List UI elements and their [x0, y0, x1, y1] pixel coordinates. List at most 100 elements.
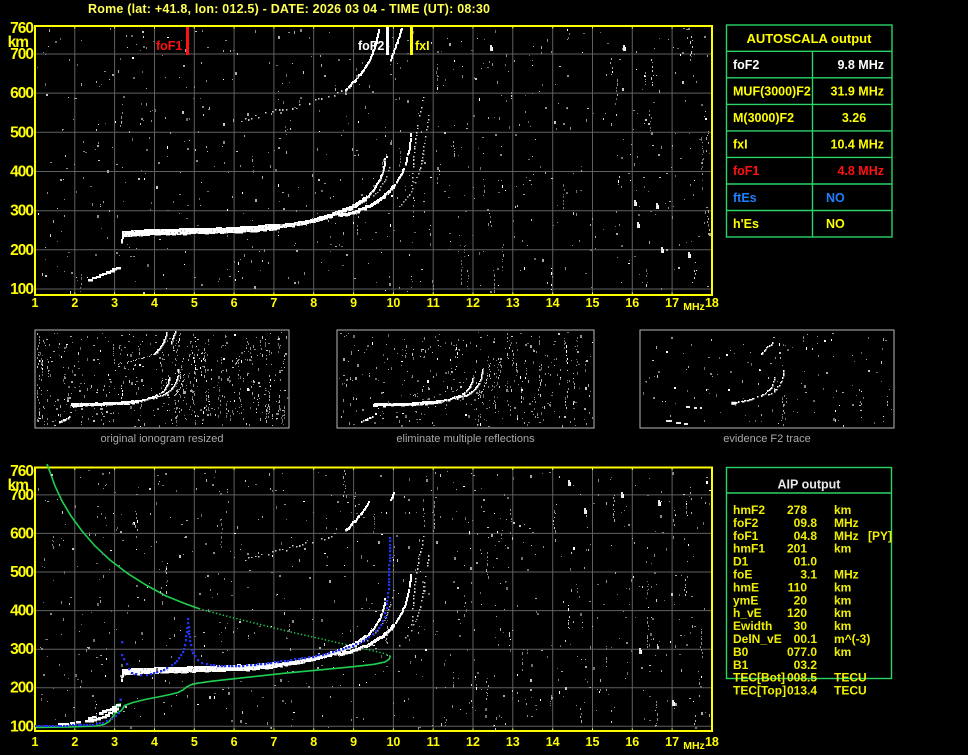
- svg-text:120: 120: [787, 606, 807, 620]
- svg-text:foF1: foF1: [733, 529, 759, 543]
- svg-text:10: 10: [386, 296, 400, 310]
- svg-text:Rome (lat: +41.8, lon: 012.5): Rome (lat: +41.8, lon: 012.5) - DATE: 20…: [88, 2, 490, 16]
- svg-text:MHz: MHz: [834, 516, 859, 530]
- svg-text:9: 9: [350, 296, 357, 310]
- svg-text:foF2: foF2: [358, 39, 384, 53]
- svg-text:4: 4: [151, 296, 158, 310]
- svg-text:fxI: fxI: [733, 138, 748, 152]
- svg-text:.8: .8: [807, 529, 817, 543]
- svg-text:ftEs: ftEs: [733, 191, 757, 205]
- svg-text:14: 14: [546, 296, 560, 310]
- svg-text:h'Es: h'Es: [733, 217, 759, 231]
- svg-text:TECU: TECU: [834, 684, 867, 698]
- svg-text:fxI: fxI: [415, 39, 430, 53]
- svg-text:evidence F2 trace: evidence F2 trace: [723, 433, 810, 445]
- svg-text:MHz: MHz: [834, 568, 859, 582]
- svg-text:200: 200: [10, 680, 33, 697]
- svg-text:16: 16: [625, 735, 639, 749]
- svg-text:[PY]: [PY]: [868, 529, 892, 543]
- svg-text:31.9 MHz: 31.9 MHz: [831, 85, 885, 99]
- svg-text:500: 500: [10, 124, 33, 141]
- svg-text:foE: foE: [733, 568, 752, 582]
- svg-text:km: km: [834, 580, 851, 594]
- svg-text:10: 10: [386, 735, 400, 749]
- svg-text:8: 8: [310, 735, 317, 749]
- svg-text:.2: .2: [807, 658, 817, 672]
- svg-text:hmF2: hmF2: [733, 503, 765, 517]
- svg-text:300: 300: [10, 641, 33, 658]
- svg-text:500: 500: [10, 564, 33, 581]
- svg-text:13: 13: [506, 735, 520, 749]
- svg-text:09: 09: [794, 516, 808, 530]
- svg-text:DelN_vE: DelN_vE: [733, 632, 782, 646]
- svg-text:278: 278: [787, 503, 807, 517]
- svg-text:km: km: [834, 619, 851, 633]
- svg-text:7: 7: [270, 735, 277, 749]
- svg-text:.0: .0: [807, 645, 817, 659]
- svg-text:hmF1: hmF1: [733, 542, 765, 556]
- svg-text:AUTOSCALA output: AUTOSCALA output: [747, 31, 873, 46]
- svg-text:2: 2: [71, 735, 78, 749]
- svg-text:foF1: foF1: [156, 39, 182, 53]
- svg-text:3: 3: [111, 296, 118, 310]
- svg-text:013: 013: [787, 684, 807, 698]
- svg-text:eliminate multiple reflections: eliminate multiple reflections: [396, 433, 535, 445]
- svg-text:AIP output: AIP output: [778, 478, 842, 492]
- svg-text:foF1: foF1: [733, 164, 759, 178]
- svg-text:.0: .0: [807, 555, 817, 569]
- svg-text:03: 03: [794, 658, 808, 672]
- svg-text:5: 5: [191, 296, 198, 310]
- svg-text:3: 3: [111, 735, 118, 749]
- svg-text:.1: .1: [807, 632, 817, 646]
- svg-text:MHz: MHz: [683, 301, 705, 313]
- svg-text:16: 16: [625, 296, 639, 310]
- svg-text:M(3000)F2: M(3000)F2: [733, 111, 794, 125]
- svg-text:.5: .5: [807, 671, 817, 685]
- svg-text:km: km: [834, 606, 851, 620]
- svg-text:600: 600: [10, 85, 33, 102]
- svg-text:14: 14: [546, 735, 560, 749]
- svg-text:6: 6: [231, 296, 238, 310]
- svg-text:11: 11: [427, 735, 440, 749]
- svg-text:008: 008: [787, 671, 807, 685]
- svg-text:600: 600: [10, 525, 33, 542]
- svg-text:foF2: foF2: [733, 58, 759, 72]
- svg-text:.8: .8: [807, 516, 817, 530]
- svg-text:17: 17: [665, 735, 679, 749]
- svg-text:4: 4: [151, 735, 158, 749]
- svg-text:ymE: ymE: [733, 593, 758, 607]
- svg-text:12: 12: [466, 296, 480, 310]
- svg-text:5: 5: [191, 735, 198, 749]
- svg-text:m^(-3): m^(-3): [834, 632, 870, 646]
- svg-text:18: 18: [705, 296, 719, 310]
- svg-text:MUF(3000)F2: MUF(3000)F2: [733, 85, 811, 99]
- svg-text:3.26: 3.26: [842, 111, 866, 125]
- svg-text:NO: NO: [826, 217, 845, 231]
- svg-text:Ewidth: Ewidth: [733, 619, 772, 633]
- svg-text:100: 100: [10, 718, 33, 735]
- svg-text:B1: B1: [733, 658, 749, 672]
- svg-text:MHz: MHz: [834, 529, 859, 543]
- svg-text:TEC[Top]: TEC[Top]: [733, 684, 786, 698]
- svg-text:30: 30: [794, 619, 808, 633]
- svg-text:9.8 MHz: 9.8 MHz: [837, 58, 884, 72]
- svg-text:300: 300: [10, 203, 33, 220]
- svg-text:10.4 MHz: 10.4 MHz: [831, 138, 885, 152]
- svg-text:8: 8: [310, 296, 317, 310]
- svg-text:6: 6: [231, 735, 238, 749]
- svg-text:2: 2: [71, 296, 78, 310]
- svg-text:400: 400: [10, 603, 33, 620]
- svg-text:18: 18: [705, 735, 719, 749]
- svg-text:9: 9: [350, 735, 357, 749]
- svg-text:700: 700: [10, 487, 33, 504]
- svg-text:TEC[Bot]: TEC[Bot]: [733, 671, 785, 685]
- svg-text:1: 1: [32, 735, 39, 749]
- svg-text:100: 100: [10, 281, 33, 298]
- svg-text:4.8 MHz: 4.8 MHz: [837, 164, 884, 178]
- svg-text:13: 13: [506, 296, 520, 310]
- svg-text:MHz: MHz: [683, 740, 705, 752]
- svg-text:15: 15: [586, 735, 600, 749]
- svg-text:04: 04: [794, 529, 808, 543]
- svg-text:11: 11: [427, 296, 440, 310]
- svg-text:700: 700: [10, 46, 33, 63]
